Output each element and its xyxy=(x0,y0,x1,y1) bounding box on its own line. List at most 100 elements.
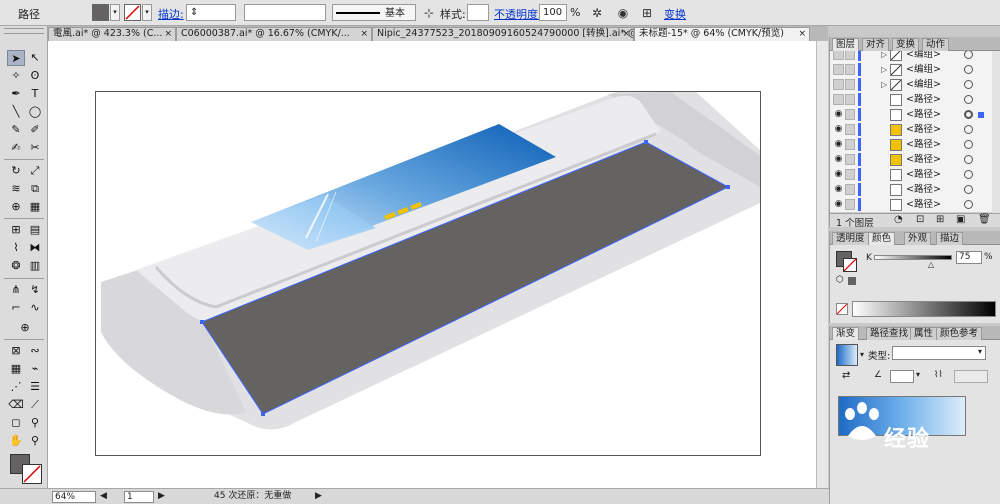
layer-row[interactable]: ◉ <路径> xyxy=(830,152,992,168)
layer-row[interactable]: <路径> xyxy=(830,92,992,108)
tab-attributes[interactable]: 属性 xyxy=(910,327,938,340)
next-artboard-icon[interactable]: ▶ xyxy=(158,491,165,503)
layer-row[interactable]: ◉ <路径> xyxy=(830,197,992,213)
layer-row[interactable]: ▷ <编组> xyxy=(830,77,992,93)
lock-toggle[interactable] xyxy=(845,139,855,150)
variable-width-field[interactable] xyxy=(244,4,326,21)
lock-toggle[interactable] xyxy=(845,154,855,165)
target-icon[interactable] xyxy=(964,110,973,119)
mesh-tool-icon[interactable]: ⊠ xyxy=(7,343,25,359)
artboard[interactable] xyxy=(95,91,761,456)
list-tool-icon[interactable]: ☰ xyxy=(26,379,44,395)
visibility-eye-icon[interactable]: ◉ xyxy=(833,109,844,120)
status-menu-icon[interactable]: ▶ xyxy=(315,491,322,503)
new-layer-icon[interactable]: ▣ xyxy=(956,214,965,225)
fill-dropdown[interactable]: ▾ xyxy=(110,4,120,21)
target-icon[interactable] xyxy=(964,51,973,59)
doc-tab-3[interactable]: Nipic_24377523_20180909160524790000 [转换]… xyxy=(372,27,634,41)
layer-row[interactable]: ◉ <路径> xyxy=(830,137,992,153)
lock-toggle[interactable] xyxy=(845,51,855,60)
target-icon[interactable] xyxy=(964,185,973,194)
tab-align[interactable]: 对齐 xyxy=(862,38,890,51)
line-tool-icon[interactable]: ╲ xyxy=(7,104,25,120)
visibility-eye-icon[interactable]: ◉ xyxy=(833,154,844,165)
make-mask-icon[interactable]: ⊡ xyxy=(916,214,924,225)
eyedropper-tool-icon[interactable]: ⌇ xyxy=(7,240,25,256)
web-safe-swatch[interactable] xyxy=(848,277,856,285)
stroke-link[interactable]: 描边: xyxy=(158,6,184,22)
lock-toggle[interactable] xyxy=(845,124,855,135)
graph-tool-icon[interactable]: ⋰ xyxy=(7,379,25,395)
slice-tool-icon[interactable]: ⌁ xyxy=(26,361,44,377)
crosshair-tool-icon[interactable]: ⊕ xyxy=(16,320,34,336)
lock-toggle[interactable] xyxy=(845,199,855,210)
globe-icon[interactable]: ◉ xyxy=(614,4,632,22)
tab-gradient[interactable]: 渐变 xyxy=(832,327,860,340)
new-sublayer-icon[interactable]: ⊞ xyxy=(936,214,944,225)
artboard-tool-icon[interactable]: ◻ xyxy=(7,415,25,431)
opacity-link[interactable]: 不透明度: xyxy=(494,6,542,22)
slider-thumb-icon[interactable]: △ xyxy=(928,260,934,269)
style-field[interactable] xyxy=(467,4,489,21)
canvas[interactable] xyxy=(48,41,828,488)
pencil-tool-icon[interactable]: ✐ xyxy=(26,122,44,138)
target-icon[interactable] xyxy=(964,155,973,164)
tab-layers[interactable]: 图层 xyxy=(832,38,860,51)
anchor-tool-icon[interactable]: ⌐ xyxy=(7,300,25,316)
artboard-field[interactable]: 1 xyxy=(124,491,154,503)
doc-tab-2[interactable]: C06000387.ai* @ 16.67% (CMYK/... × xyxy=(176,27,372,41)
scissors-tool-icon[interactable]: ✂ xyxy=(26,140,44,156)
locate-object-icon[interactable]: ◔ xyxy=(894,214,903,225)
blob-brush-tool-icon[interactable]: ✍ xyxy=(7,140,25,156)
lock-toggle[interactable] xyxy=(845,169,855,180)
angle-dropdown-icon[interactable]: ▾ xyxy=(916,370,920,379)
tab-transform[interactable]: 变换 xyxy=(892,38,920,51)
smooth-tool-icon[interactable]: ∿ xyxy=(26,300,44,316)
gradient-tool-icon[interactable]: ▤ xyxy=(26,222,44,238)
stroke-dropdown[interactable]: ▾ xyxy=(142,4,152,21)
magic-wand-tool-icon[interactable]: ✧ xyxy=(7,68,25,84)
target-icon[interactable] xyxy=(964,125,973,134)
pen-tool-icon[interactable]: ✒ xyxy=(7,86,25,102)
visibility-eye-icon[interactable]: ◉ xyxy=(833,139,844,150)
stroke-weight-field[interactable]: ⇕ xyxy=(186,4,236,21)
target-icon[interactable] xyxy=(964,65,973,74)
tab-transparency[interactable]: 透明度 xyxy=(832,232,869,245)
symbol-sprayer-tool-icon[interactable]: ❂ xyxy=(7,258,25,274)
color-spectrum-bar[interactable] xyxy=(852,301,996,317)
type-tool-icon[interactable]: T xyxy=(26,86,44,102)
reverse-gradient-icon[interactable]: ⇄ xyxy=(842,370,850,381)
expand-triangle-icon[interactable]: ▷ xyxy=(881,79,887,91)
ellipse-tool-icon[interactable]: ◯ xyxy=(26,104,44,120)
paintbrush-tool-icon[interactable]: ✎ xyxy=(7,122,25,138)
perspective-grid-tool-icon[interactable]: ⊞ xyxy=(7,222,25,238)
reshape-tool-icon[interactable]: ↯ xyxy=(26,282,44,298)
stroke-color-box[interactable] xyxy=(22,464,42,484)
visibility-eye-icon[interactable]: ◉ xyxy=(833,169,844,180)
tab-stroke[interactable]: 描边 xyxy=(936,232,964,245)
lock-toggle[interactable] xyxy=(845,184,855,195)
lock-toggle[interactable] xyxy=(845,94,855,105)
hand-tool-icon[interactable]: ✋ xyxy=(7,433,25,449)
doc-tab-active[interactable]: 未标题-15* @ 64% (CMYK/预览) × xyxy=(634,27,810,41)
lock-toggle[interactable] xyxy=(845,109,855,120)
target-icon[interactable] xyxy=(964,200,973,209)
close-icon[interactable]: × xyxy=(164,28,172,40)
anchor-point[interactable] xyxy=(261,412,265,416)
visibility-eye-icon[interactable]: ◉ xyxy=(833,184,844,195)
aspect-ratio-field[interactable] xyxy=(954,370,988,383)
gradient-type-select[interactable]: ▾ xyxy=(892,346,986,360)
visibility-eye-icon[interactable] xyxy=(833,51,844,60)
target-icon[interactable] xyxy=(964,80,973,89)
color-stroke-box[interactable] xyxy=(843,258,857,272)
stroke-swatch[interactable] xyxy=(124,4,141,21)
width-tool-icon[interactable]: ⋔ xyxy=(7,282,25,298)
eyedropper2-tool-icon[interactable]: ⚲ xyxy=(26,415,44,431)
none-swatch[interactable] xyxy=(836,303,848,315)
transform-link[interactable]: 变换 xyxy=(664,6,686,22)
warp-tool-icon[interactable]: ≋ xyxy=(7,181,25,197)
rotate-tool-icon[interactable]: ↻ xyxy=(7,163,25,179)
tab-color-guide[interactable]: 颜色参考 xyxy=(936,327,983,340)
shape-builder-tool-icon[interactable]: ⊕ xyxy=(7,199,25,215)
scale-tool-icon[interactable]: ⤢ xyxy=(26,163,44,179)
